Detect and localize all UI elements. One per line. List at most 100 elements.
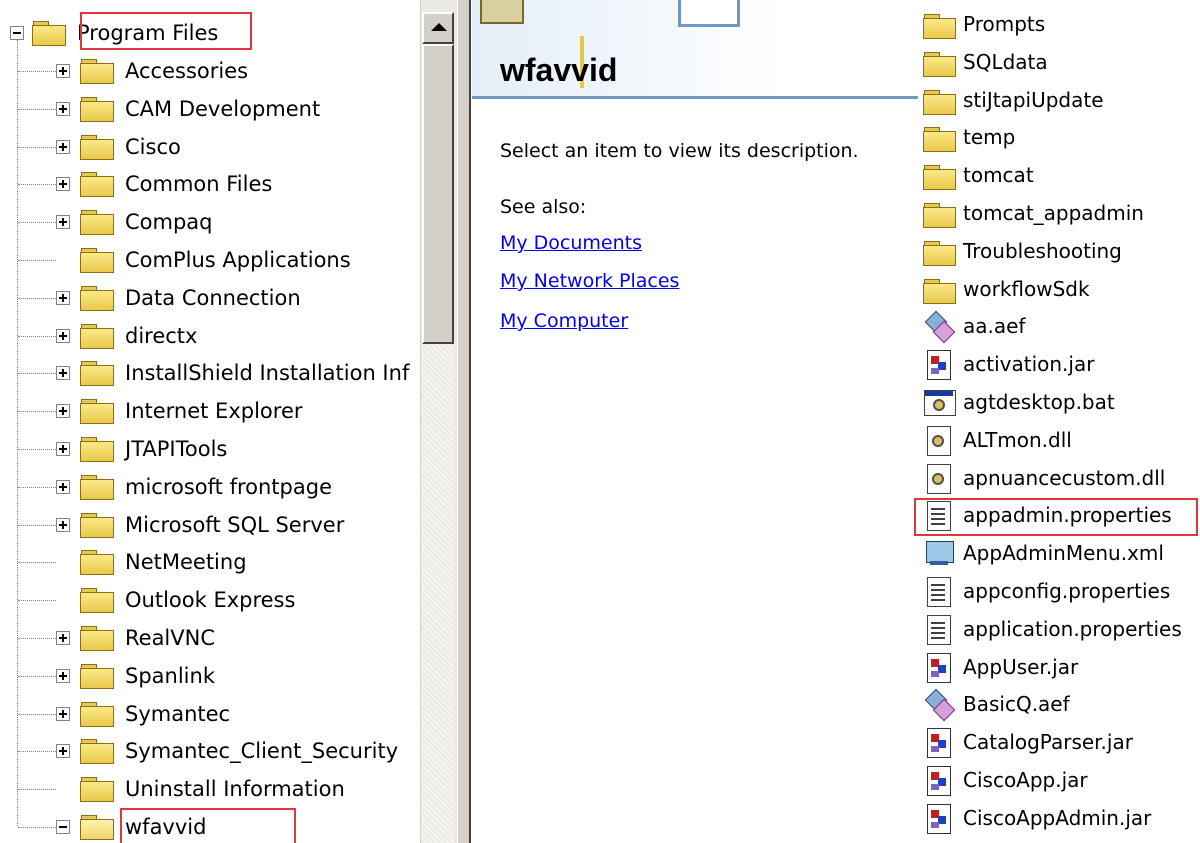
expand-icon[interactable]: [56, 479, 70, 494]
expand-icon[interactable]: [56, 668, 70, 683]
tree-item[interactable]: Cisco: [56, 130, 184, 164]
tree-item[interactable]: NetMeeting: [56, 545, 250, 579]
tree-item-label[interactable]: Outlook Express: [122, 587, 298, 613]
tree-item[interactable]: InstallShield Installation Inf: [56, 356, 412, 390]
expand-icon[interactable]: [56, 706, 70, 721]
file-item[interactable]: agtdesktop.bat: [922, 384, 1117, 420]
file-name[interactable]: ALTmon.dll: [961, 427, 1074, 453]
file-name[interactable]: tomcat_appadmin: [961, 200, 1146, 226]
file-name[interactable]: apnuancecustom.dll: [961, 465, 1167, 491]
tree-item-label[interactable]: JTAPITools: [122, 436, 230, 462]
file-item[interactable]: aa.aef: [922, 308, 1027, 344]
file-name[interactable]: Prompts: [961, 11, 1047, 37]
tree-item[interactable]: Symantec: [56, 697, 233, 731]
tree-item-label[interactable]: Compaq: [122, 209, 216, 235]
file-name[interactable]: AppUser.jar: [961, 654, 1080, 680]
tree-item-label[interactable]: directx: [122, 323, 200, 349]
file-item[interactable]: Prompts: [922, 6, 1047, 42]
tree-scrollbar[interactable]: [420, 0, 457, 843]
file-item[interactable]: tomcat_appadmin: [922, 195, 1146, 231]
link-my-computer[interactable]: My Computer: [500, 310, 628, 332]
tree-item-label[interactable]: Internet Explorer: [122, 398, 306, 424]
expand-icon[interactable]: [56, 517, 70, 532]
expand-icon[interactable]: [56, 631, 70, 645]
expand-icon[interactable]: [56, 366, 70, 381]
scroll-track[interactable]: [422, 344, 454, 843]
expand-icon[interactable]: [56, 215, 70, 230]
collapse-icon[interactable]: [10, 26, 24, 40]
expand-icon[interactable]: [56, 139, 70, 154]
file-item[interactable]: tomcat: [922, 157, 1036, 193]
tree-item[interactable]: Internet Explorer: [56, 394, 306, 428]
tree-item[interactable]: JTAPITools: [56, 432, 230, 466]
file-item[interactable]: stiJtapiUpdate: [922, 82, 1106, 118]
file-name[interactable]: aa.aef: [961, 313, 1027, 339]
file-item[interactable]: ALTmon.dll: [922, 422, 1074, 458]
file-item[interactable]: SQLdata: [922, 44, 1050, 80]
tree-item[interactable]: CAM Development: [56, 92, 323, 126]
tree-item-label[interactable]: Symantec: [122, 701, 233, 727]
tree-item-label[interactable]: microsoft frontpage: [122, 474, 335, 500]
file-name[interactable]: CiscoApp.jar: [961, 767, 1090, 793]
file-item[interactable]: application.properties: [922, 611, 1184, 647]
file-item[interactable]: CatalogParser.jar: [922, 724, 1135, 760]
file-name[interactable]: Troubleshooting: [961, 238, 1124, 264]
file-name[interactable]: application.properties: [961, 616, 1184, 642]
file-name[interactable]: appconfig.properties: [961, 578, 1172, 604]
file-item[interactable]: CiscoApp.jar: [922, 762, 1090, 798]
tree-item-label[interactable]: Microsoft SQL Server: [122, 512, 347, 538]
file-item[interactable]: AppAdminMenu.xml: [922, 535, 1166, 571]
file-name[interactable]: temp: [961, 124, 1017, 150]
folder-tree-pane[interactable]: Program Files Accessories CAM Development…: [0, 0, 420, 843]
tree-item[interactable]: directx: [56, 319, 200, 353]
file-name[interactable]: stiJtapiUpdate: [961, 87, 1106, 113]
file-name[interactable]: CatalogParser.jar: [961, 729, 1135, 755]
file-name[interactable]: workflowSdk: [961, 276, 1092, 302]
tree-item-label[interactable]: ComPlus Applications: [122, 247, 354, 273]
expand-icon[interactable]: [56, 290, 70, 305]
expand-icon[interactable]: [56, 328, 70, 343]
scroll-thumb[interactable]: [422, 44, 454, 344]
tree-item-label[interactable]: Symantec_Client_Security: [122, 738, 401, 764]
tree-item-label[interactable]: CAM Development: [122, 96, 323, 122]
file-item[interactable]: apnuancecustom.dll: [922, 460, 1167, 496]
tree-item-label[interactable]: Accessories: [122, 58, 251, 84]
tree-item[interactable]: Common Files: [56, 167, 275, 201]
link-my-network-places[interactable]: My Network Places: [500, 270, 679, 292]
expand-icon[interactable]: [56, 64, 70, 78]
tree-item[interactable]: microsoft frontpage: [56, 470, 335, 504]
expand-icon[interactable]: [56, 404, 70, 419]
tree-item-label[interactable]: Spanlink: [122, 663, 218, 689]
file-item[interactable]: AppUser.jar: [922, 649, 1080, 685]
file-item[interactable]: activation.jar: [922, 346, 1096, 382]
pane-splitter[interactable]: [457, 0, 471, 843]
tree-item[interactable]: Compaq: [56, 205, 216, 239]
expand-icon[interactable]: [56, 177, 70, 192]
tree-item[interactable]: Symantec_Client_Security: [56, 734, 401, 768]
tree-item[interactable]: ComPlus Applications: [56, 243, 354, 277]
file-name[interactable]: agtdesktop.bat: [961, 389, 1117, 415]
scroll-up-arrow-icon[interactable]: [422, 12, 454, 44]
tree-item[interactable]: Microsoft SQL Server: [56, 508, 347, 542]
tree-item[interactable]: Accessories: [56, 54, 251, 88]
tree-item-label[interactable]: Uninstall Information: [122, 776, 348, 802]
tree-item-label[interactable]: InstallShield Installation Inf: [122, 360, 412, 386]
file-name[interactable]: BasicQ.aef: [961, 691, 1072, 717]
tree-item-label[interactable]: Cisco: [122, 134, 184, 160]
tree-item[interactable]: Spanlink: [56, 659, 218, 693]
file-item[interactable]: BasicQ.aef: [922, 686, 1072, 722]
tree-item-label[interactable]: Data Connection: [122, 285, 304, 311]
expand-icon[interactable]: [56, 744, 70, 759]
expand-icon[interactable]: [56, 442, 70, 456]
file-name[interactable]: tomcat: [961, 162, 1036, 188]
tree-item-label[interactable]: Common Files: [122, 171, 275, 197]
tree-item[interactable]: Outlook Express: [56, 583, 298, 617]
expand-icon[interactable]: [56, 101, 70, 116]
file-item[interactable]: temp: [922, 119, 1017, 155]
file-item[interactable]: Troubleshooting: [922, 233, 1124, 269]
collapse-icon[interactable]: [56, 820, 70, 834]
file-name[interactable]: AppAdminMenu.xml: [961, 540, 1166, 566]
file-name[interactable]: activation.jar: [961, 351, 1096, 377]
file-name[interactable]: SQLdata: [961, 49, 1050, 75]
file-item[interactable]: appconfig.properties: [922, 573, 1172, 609]
